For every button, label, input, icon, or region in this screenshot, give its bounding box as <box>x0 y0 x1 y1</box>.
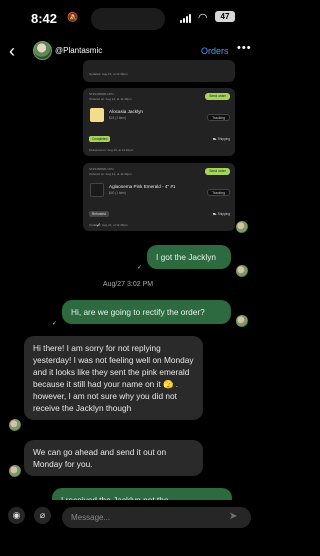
outgoing-message[interactable]: I got the Jacklyn <box>147 245 231 269</box>
tracking-label: Tracking <box>212 116 225 120</box>
sender-avatar <box>236 265 248 277</box>
cellular-signal-icon <box>180 13 191 23</box>
order-date: Ordered on: Aug 12, at 11:46pm <box>89 97 132 101</box>
shipping-tag[interactable]: ⛟ Shipping <box>213 212 230 217</box>
message-composer: ◉ ⌀ ➤ <box>0 500 256 556</box>
camera-icon[interactable]: ◉ <box>8 507 25 524</box>
tracking-label: Tracking <box>212 191 225 195</box>
dynamic-island <box>91 8 165 30</box>
order-delivered-date: Updated: Aug 24, at 11:46pm <box>89 223 128 227</box>
product-thumbnail <box>90 108 104 122</box>
order-delivered-date: Updated: Aug 16, at 11:46pm <box>89 72 128 76</box>
read-receipt-icon: ✓ <box>137 265 143 271</box>
product-price: $40 (1 item) <box>109 191 127 195</box>
contact-avatar-small <box>9 419 21 431</box>
order-status-refunded: Refunded <box>89 211 109 217</box>
contact-username[interactable]: @Plantasmic <box>55 46 102 55</box>
send-order-button[interactable]: Send order <box>205 93 230 100</box>
shipping-label: Shipping <box>217 137 230 141</box>
tracking-badge[interactable]: Tracking <box>207 189 230 196</box>
status-bar: 8:42 🔕 ◠ 47 <box>0 0 256 36</box>
wifi-icon: ◠ <box>198 12 208 24</box>
shipping-label: Shipping <box>217 212 230 216</box>
battery-level: 47 <box>220 12 230 21</box>
send-order-label: Send order <box>209 169 226 173</box>
read-receipt-icon: ✓ <box>52 321 58 327</box>
back-chevron-icon[interactable]: ‹ <box>9 41 15 62</box>
date-separator: Aug/27 3:02 PM <box>102 281 154 288</box>
outgoing-message[interactable]: Hi, are we going to rectify the order? <box>62 300 231 324</box>
sender-avatar <box>236 221 248 233</box>
message-input[interactable] <box>62 507 251 528</box>
status-time: 8:42 <box>31 11 58 26</box>
orders-link[interactable]: Orders <box>201 46 229 56</box>
product-name: Aglaonema Pink Emerald - 4" #1 <box>109 184 176 189</box>
send-icon[interactable]: ➤ <box>229 511 237 522</box>
incoming-message[interactable]: We can go ahead and send it out on Monda… <box>24 440 203 476</box>
order-card[interactable]: ST#1466820-1071 Ordered on: Aug 12, at 1… <box>83 163 235 231</box>
order-date: Ordered on: Aug 12, at 11:46pm <box>89 172 132 176</box>
order-card[interactable]: Updated: Aug 16, at 11:46pm <box>83 60 235 82</box>
send-order-button[interactable]: Send order <box>205 168 230 175</box>
battery-icon: 47 <box>215 11 235 22</box>
sender-avatar <box>236 315 248 327</box>
more-options-icon[interactable]: ••• <box>237 42 252 54</box>
tracking-badge[interactable]: Tracking <box>207 114 230 121</box>
incoming-message[interactable]: Hi there! I am sorry for not replying ye… <box>24 336 203 420</box>
shipping-tag[interactable]: ⛟ Shipping <box>213 137 230 142</box>
order-delivered-date: Delivered on: Aug 16, at 11:46pm <box>89 148 134 152</box>
send-order-label: Send order <box>209 94 226 98</box>
product-thumbnail <box>90 183 104 197</box>
contact-avatar-small <box>9 465 21 477</box>
silent-bell-icon: 🔕 <box>67 12 79 22</box>
order-status-completed: Completed <box>89 136 111 142</box>
product-name: Alocasia Jacklyn <box>109 109 143 114</box>
order-card[interactable]: ST#1466820-1071 Ordered on: Aug 12, at 1… <box>83 88 235 156</box>
product-price: $23 (1 item) <box>109 116 127 120</box>
read-receipt-icon: ✓ <box>96 223 102 229</box>
paperclip-icon[interactable]: ⌀ <box>34 507 51 524</box>
contact-avatar[interactable] <box>33 41 52 60</box>
